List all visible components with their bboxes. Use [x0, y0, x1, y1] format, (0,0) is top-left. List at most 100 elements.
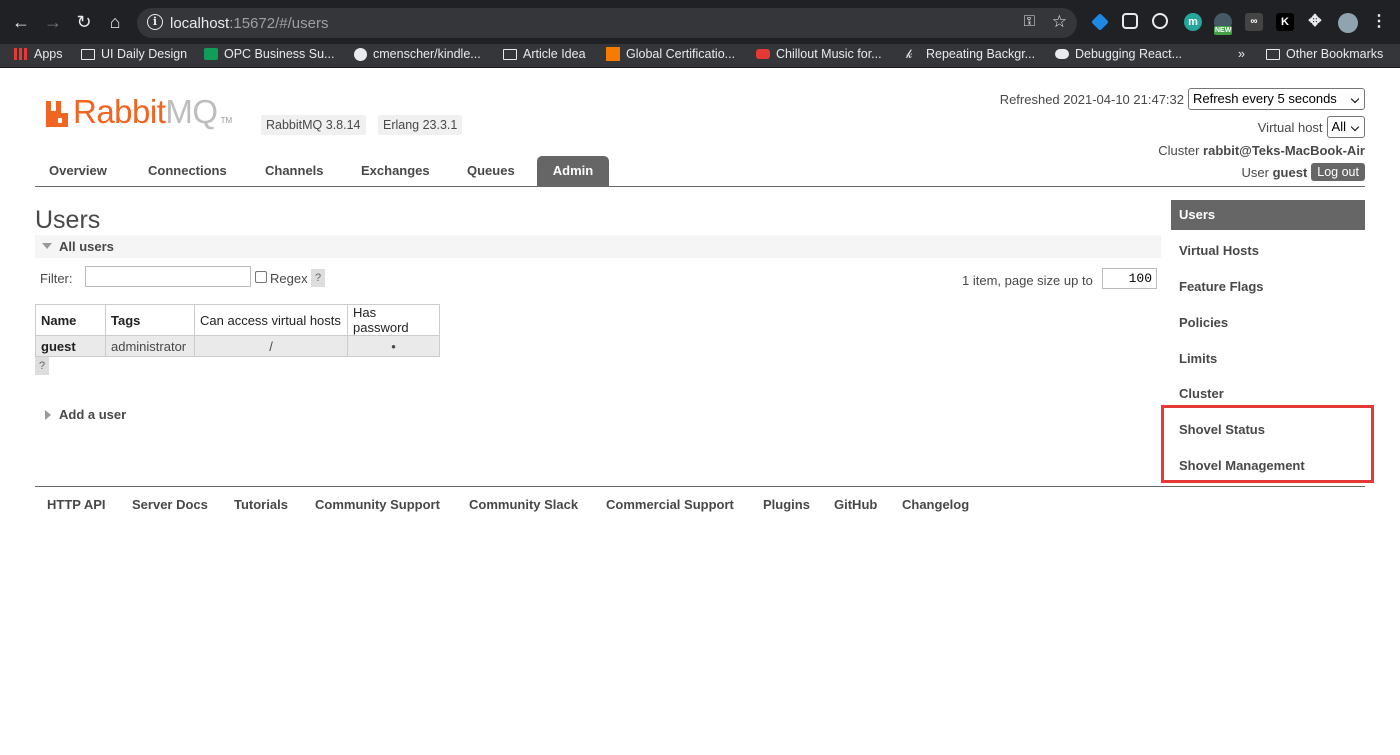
refreshed-timestamp: Refreshed 2021-04-10 21:47:32	[999, 91, 1184, 107]
footer-link-http-api[interactable]: HTTP API	[47, 497, 106, 512]
table-help-button[interactable]: ?	[35, 357, 49, 375]
users-table: Name Tags Can access virtual hosts Has p…	[35, 304, 440, 357]
sidebar-item-feature-flags[interactable]: Feature Flags	[1171, 272, 1365, 302]
diamond-extension-icon[interactable]	[1091, 13, 1109, 31]
address-bar[interactable]: i localhost:15672/#/users ⚿ ☆	[137, 8, 1077, 38]
filter-help-button[interactable]: ?	[311, 269, 325, 287]
filter-input[interactable]	[85, 266, 251, 287]
section-title: All users	[59, 239, 114, 254]
user-has-password: •	[347, 335, 440, 357]
page-size-input[interactable]: 100	[1102, 268, 1157, 289]
sidebar-item-policies[interactable]: Policies	[1171, 308, 1365, 338]
key-icon[interactable]: ⚿	[1024, 13, 1035, 30]
folder-icon	[1266, 48, 1280, 60]
vhost-select[interactable]: All	[1326, 116, 1365, 138]
k-extension-icon[interactable]: K	[1276, 13, 1294, 31]
footer-link-community-slack[interactable]: Community Slack	[469, 497, 578, 512]
column-header-tags[interactable]: Tags	[105, 304, 195, 336]
m-extension-icon[interactable]: m	[1184, 13, 1202, 31]
expand-triangle-icon	[45, 409, 51, 420]
bookmark-opc-business[interactable]: OPC Business Su...	[204, 47, 334, 61]
vhost-label: Virtual host	[1257, 119, 1323, 135]
rabbitmq-logo[interactable]: RabbitMQ TM	[44, 95, 232, 129]
pocket-icon[interactable]	[1122, 13, 1138, 29]
footer-link-server-docs[interactable]: Server Docs	[132, 497, 208, 512]
sidebar-item-limits[interactable]: Limits	[1171, 344, 1365, 374]
user-vhosts: /	[194, 335, 348, 357]
column-header-vhosts[interactable]: Can access virtual hosts	[194, 304, 348, 336]
logo-tm: TM	[220, 116, 233, 125]
url-text[interactable]: localhost:15672/#/users	[170, 15, 328, 32]
footer-link-commercial-support[interactable]: Commercial Support	[606, 497, 734, 512]
main-nav-tabs: Overview Connections Channels Exchanges …	[35, 156, 1365, 187]
vhost-row: Virtual host All	[1258, 116, 1365, 138]
browser-toolbar: ← → ↻ ⌂ i localhost:15672/#/users ⚿ ☆ m …	[0, 0, 1400, 44]
bookmark-cmenscher[interactable]: cmenscher/kindle...	[354, 47, 481, 61]
user-tags: administrator	[105, 335, 195, 357]
bookmark-chillout[interactable]: Chillout Music for...	[756, 47, 882, 61]
profile-avatar[interactable]	[1338, 13, 1358, 33]
column-header-name[interactable]: Name	[35, 304, 106, 336]
footer-link-community-support[interactable]: Community Support	[315, 497, 440, 512]
sidebar-item-users[interactable]: Users	[1171, 200, 1365, 230]
page-title: Users	[35, 206, 101, 234]
tab-connections[interactable]: Connections	[134, 156, 241, 186]
new-badge: NEW	[1214, 26, 1233, 35]
home-icon[interactable]: ⌂	[105, 12, 125, 32]
bookmark-apps[interactable]: Apps	[14, 47, 63, 61]
bookmarks-overflow[interactable]: »	[1238, 47, 1245, 61]
bookmark-repeating-bg[interactable]: 𝓀 Repeating Backgr...	[906, 47, 1035, 61]
tab-exchanges[interactable]: Exchanges	[347, 156, 444, 186]
forward-arrow-icon[interactable]: →	[43, 12, 63, 32]
site-info-icon[interactable]: i	[147, 14, 163, 30]
refresh-interval-select[interactable]: Refresh every 5 seconds	[1188, 88, 1365, 110]
regex-checkbox[interactable]	[255, 271, 267, 283]
bookmark-other[interactable]: Other Bookmarks	[1266, 47, 1383, 61]
collapse-triangle-icon	[42, 243, 52, 249]
filter-label: Filter:	[40, 271, 73, 286]
bookmark-ui-daily-design[interactable]: UI Daily Design	[81, 47, 187, 61]
user-name-link[interactable]: guest	[35, 335, 106, 357]
bookmark-global-cert[interactable]: Global Certificatio...	[606, 47, 735, 61]
cube-icon	[606, 47, 620, 61]
folder-icon	[81, 48, 95, 60]
folder-icon	[503, 48, 517, 60]
youtube-icon	[756, 49, 770, 59]
footer-link-github[interactable]: GitHub	[834, 497, 877, 512]
rabbitmq-version-badge: RabbitMQ 3.8.14	[261, 115, 366, 135]
reload-icon[interactable]: ↻	[74, 12, 94, 32]
k-icon: 𝓀	[906, 47, 913, 61]
rabbitmq-logo-icon	[46, 101, 68, 127]
back-arrow-icon[interactable]: ←	[11, 12, 31, 32]
meter-extension-icon[interactable]: NEW	[1214, 13, 1233, 35]
footer-link-changelog[interactable]: Changelog	[902, 497, 969, 512]
column-header-password[interactable]: Has password	[347, 304, 440, 336]
logo-text-rabbit: Rabbit	[73, 93, 166, 130]
bookmark-star-icon[interactable]: ☆	[1052, 12, 1067, 32]
footer-links: HTTP API Server Docs Tutorials Community…	[35, 486, 1365, 526]
menu-kebab-icon[interactable]: ⋮	[1370, 13, 1388, 31]
all-users-section-header[interactable]: All users	[35, 235, 1161, 258]
add-user-label: Add a user	[59, 407, 127, 422]
owl-extension-icon[interactable]: ∞	[1245, 13, 1263, 31]
erlang-version-badge: Erlang 23.3.1	[378, 115, 463, 135]
tab-admin[interactable]: Admin	[537, 156, 609, 186]
sheet-icon	[204, 48, 218, 60]
add-user-section-header[interactable]: Add a user	[45, 407, 126, 422]
table-row[interactable]: guest administrator / •	[35, 335, 440, 357]
apps-grid-icon	[14, 48, 28, 60]
sidebar-item-virtual-hosts[interactable]: Virtual Hosts	[1171, 236, 1365, 266]
tab-channels[interactable]: Channels	[251, 156, 338, 186]
tab-queues[interactable]: Queues	[453, 156, 529, 186]
tab-overview[interactable]: Overview	[35, 156, 121, 186]
puzzle-extensions-icon[interactable]: ✥	[1306, 13, 1324, 31]
bookmark-debugging-react[interactable]: Debugging React...	[1055, 47, 1182, 61]
bookmark-article-idea[interactable]: Article Idea	[503, 47, 586, 61]
footer-link-tutorials[interactable]: Tutorials	[234, 497, 288, 512]
target-extension-icon[interactable]	[1152, 13, 1168, 29]
pagination-info: 1 item, page size up to	[962, 273, 1093, 288]
shovel-highlight-box	[1161, 405, 1374, 483]
logo-text-mq: MQ	[165, 93, 218, 130]
footer-link-plugins[interactable]: Plugins	[763, 497, 810, 512]
github-icon	[354, 47, 367, 61]
